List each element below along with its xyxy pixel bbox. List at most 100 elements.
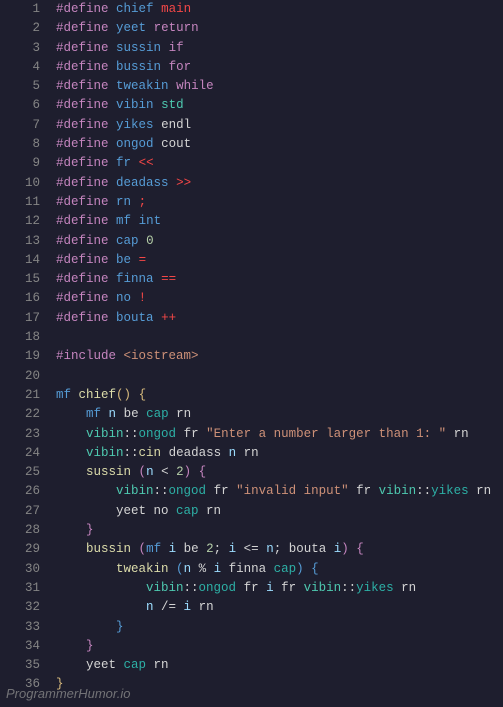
token: i [184,600,192,614]
line-number: 16 [0,289,56,308]
code-line: 11#define rn ; [0,193,503,212]
line-number: 1 [0,0,56,19]
code-line: 18 [0,328,503,347]
token: ++ [161,311,176,325]
token [56,542,86,556]
line-number: 18 [0,328,56,347]
token: return [154,21,199,35]
token: () [116,388,131,402]
code-line: 24 vibin::cin deadass n rn [0,444,503,463]
token: #define [56,272,109,286]
token: <= [236,542,266,556]
token [116,349,124,363]
token: :: [416,484,431,498]
line-code: #include <iostream> [56,347,503,366]
token: 0 [146,234,154,248]
token: } [86,639,94,653]
code-line: 16#define no ! [0,289,503,308]
line-code: #define fr << [56,154,503,173]
token: mf [146,542,161,556]
token: ongod [169,484,207,498]
line-code [56,328,503,347]
token: n [266,542,274,556]
line-code: #define mf int [56,212,503,231]
line-number: 26 [0,482,56,501]
token [131,156,139,170]
token: >> [176,176,191,190]
token: n [229,446,237,460]
token: #define [56,41,109,55]
line-number: 6 [0,96,56,115]
token [109,234,117,248]
token: be [116,253,131,267]
token: :: [154,484,169,498]
line-code: #define cap 0 [56,232,503,251]
token: ; bouta [274,542,334,556]
token [131,465,139,479]
token [56,465,86,479]
code-line: 5#define tweakin while [0,77,503,96]
line-code: } [56,637,503,656]
token: <iostream> [124,349,199,363]
token: int [139,214,162,228]
token: rn [116,195,131,209]
token: ongod [199,581,237,595]
token: be [116,407,146,421]
token: rn [446,427,469,441]
token: cout [161,137,191,151]
line-code: vibin::ongod fr "invalid input" fr vibin… [56,482,503,501]
line-number: 2 [0,19,56,38]
token: cap [146,407,169,421]
token: #define [56,214,109,228]
token: ( [139,465,147,479]
token [109,2,117,16]
token: { [311,562,319,576]
token: ) [184,465,192,479]
line-code: vibin::ongod fr i fr vibin::yikes rn [56,579,503,598]
token: :: [341,581,356,595]
token [109,272,117,286]
token: #define [56,118,109,132]
code-line: 35 yeet cap rn [0,656,503,675]
token: #define [56,98,109,112]
token: #define [56,195,109,209]
token: "Enter a number larger than 1: " [206,427,446,441]
token: endl [161,118,191,132]
code-line: 17#define bouta ++ [0,309,503,328]
line-number: 5 [0,77,56,96]
code-line: 33 } [0,618,503,637]
token [109,176,117,190]
token: cap [274,562,297,576]
code-line: 10#define deadass >> [0,174,503,193]
token [154,98,162,112]
token: vibin [304,581,342,595]
code-line: 4#define bussin for [0,58,503,77]
line-code: tweakin (n % i finna cap) { [56,560,503,579]
token: cap [124,658,147,672]
token: ; [139,195,147,209]
token: "invalid input" [236,484,349,498]
token: yeet no [56,504,176,518]
token: #define [56,79,109,93]
token: chief [79,388,117,402]
token: #define [56,2,109,16]
token: #define [56,137,109,151]
line-code: #define no ! [56,289,503,308]
token: #define [56,253,109,267]
token: 2 [176,465,184,479]
code-line: 2#define yeet return [0,19,503,38]
line-code: #define vibin std [56,96,503,115]
token: yikes [431,484,469,498]
token: ( [139,542,147,556]
token: mf [116,214,131,228]
code-line: 30 tweakin (n % i finna cap) { [0,560,503,579]
token: fr [176,427,206,441]
token: n [146,600,154,614]
token: yikes [356,581,394,595]
token: ongod [139,427,177,441]
token: ongod [116,137,154,151]
code-line: 14#define be = [0,251,503,270]
code-line: 20 [0,367,503,386]
token [169,79,177,93]
code-line: 32 n /= i rn [0,598,503,617]
